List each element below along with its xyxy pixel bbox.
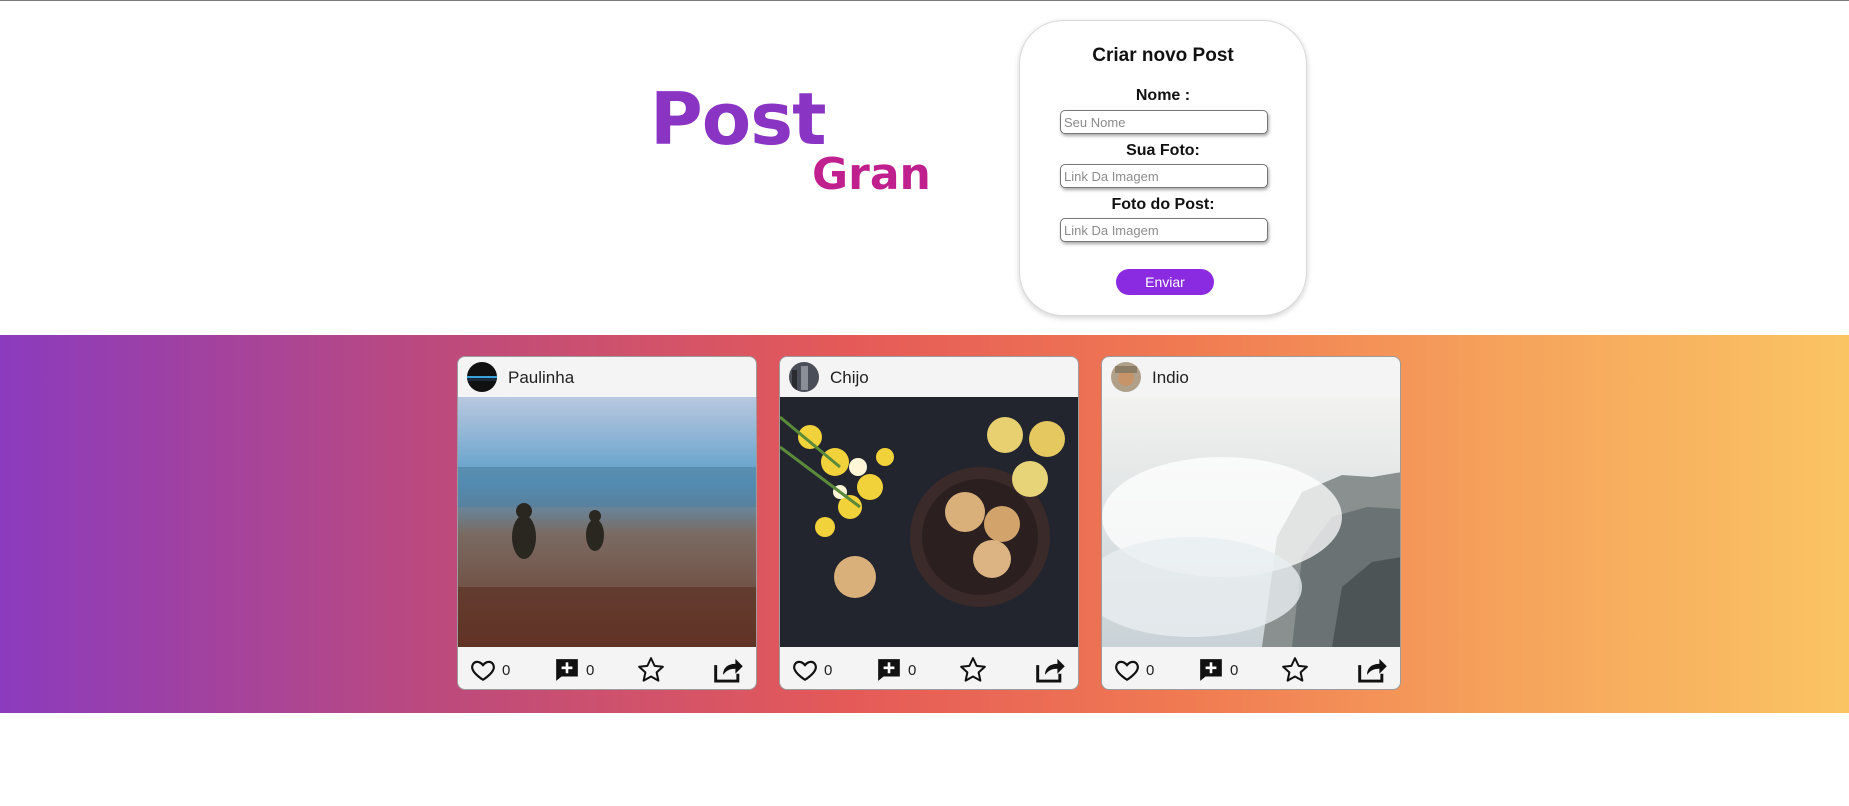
submit-button[interactable]: Enviar bbox=[1116, 269, 1214, 295]
comment-count: 0 bbox=[586, 661, 595, 679]
post-photo-label: Foto do Post: bbox=[1111, 196, 1215, 213]
post-actions: 0 0 bbox=[458, 647, 756, 689]
post-photo-url-input[interactable] bbox=[1060, 218, 1268, 242]
brand-logo-gran: Gran bbox=[812, 149, 931, 200]
like-count: 0 bbox=[502, 661, 511, 679]
post-photo[interactable] bbox=[458, 397, 756, 647]
share-icon bbox=[1036, 658, 1065, 683]
share-icon bbox=[1358, 658, 1387, 683]
like-button[interactable]: 0 bbox=[1114, 655, 1154, 685]
avatar[interactable] bbox=[1111, 362, 1141, 392]
post-photo[interactable] bbox=[1102, 397, 1400, 647]
star-icon bbox=[638, 657, 664, 682]
avatar[interactable] bbox=[789, 362, 819, 392]
heart-icon bbox=[793, 660, 817, 682]
post-header: Chijo bbox=[780, 357, 1078, 397]
favorite-button[interactable] bbox=[1280, 655, 1310, 685]
post-feed: Paulinha 0 0 Chijo 0 0 Indio 0 0 bbox=[0, 335, 1849, 713]
photo-label: Sua Foto: bbox=[1126, 142, 1200, 159]
author-name[interactable]: Indio bbox=[1152, 368, 1189, 388]
comment-button[interactable]: 0 bbox=[1198, 655, 1238, 685]
post-card: Paulinha 0 0 bbox=[457, 356, 757, 690]
share-icon bbox=[714, 658, 743, 683]
post-card: Indio 0 0 bbox=[1101, 356, 1401, 690]
add-comment-icon bbox=[556, 659, 578, 681]
post-header: Indio bbox=[1102, 357, 1400, 397]
brand-logo: Post Gran bbox=[650, 77, 931, 213]
share-button[interactable] bbox=[712, 655, 744, 685]
post-card: Chijo 0 0 bbox=[779, 356, 1079, 690]
comment-button[interactable]: 0 bbox=[876, 655, 916, 685]
favorite-button[interactable] bbox=[636, 655, 666, 685]
comment-count: 0 bbox=[908, 661, 917, 679]
post-actions: 0 0 bbox=[1102, 647, 1400, 689]
create-post-form: Criar novo Post Nome : Sua Foto: Foto do… bbox=[1019, 20, 1307, 316]
author-name[interactable]: Paulinha bbox=[508, 368, 574, 388]
author-name[interactable]: Chijo bbox=[830, 368, 869, 388]
post-header: Paulinha bbox=[458, 357, 756, 397]
add-comment-icon bbox=[1200, 659, 1222, 681]
heart-icon bbox=[471, 660, 495, 682]
post-photo[interactable] bbox=[780, 397, 1078, 647]
comment-button[interactable]: 0 bbox=[554, 655, 594, 685]
like-count: 0 bbox=[824, 661, 833, 679]
add-comment-icon bbox=[878, 659, 900, 681]
share-button[interactable] bbox=[1034, 655, 1066, 685]
like-button[interactable]: 0 bbox=[470, 655, 510, 685]
brand-logo-post: Post bbox=[650, 77, 827, 161]
post-actions: 0 0 bbox=[780, 647, 1078, 689]
like-button[interactable]: 0 bbox=[792, 655, 832, 685]
favorite-button[interactable] bbox=[958, 655, 988, 685]
form-title: Criar novo Post bbox=[1092, 45, 1234, 66]
photo-url-input[interactable] bbox=[1060, 164, 1268, 188]
name-input[interactable] bbox=[1060, 110, 1268, 134]
star-icon bbox=[960, 657, 986, 682]
star-icon bbox=[1282, 657, 1308, 682]
share-button[interactable] bbox=[1356, 655, 1388, 685]
like-count: 0 bbox=[1146, 661, 1155, 679]
comment-count: 0 bbox=[1230, 661, 1239, 679]
avatar[interactable] bbox=[467, 362, 497, 392]
name-label: Nome : bbox=[1135, 87, 1191, 104]
heart-icon bbox=[1115, 660, 1139, 682]
